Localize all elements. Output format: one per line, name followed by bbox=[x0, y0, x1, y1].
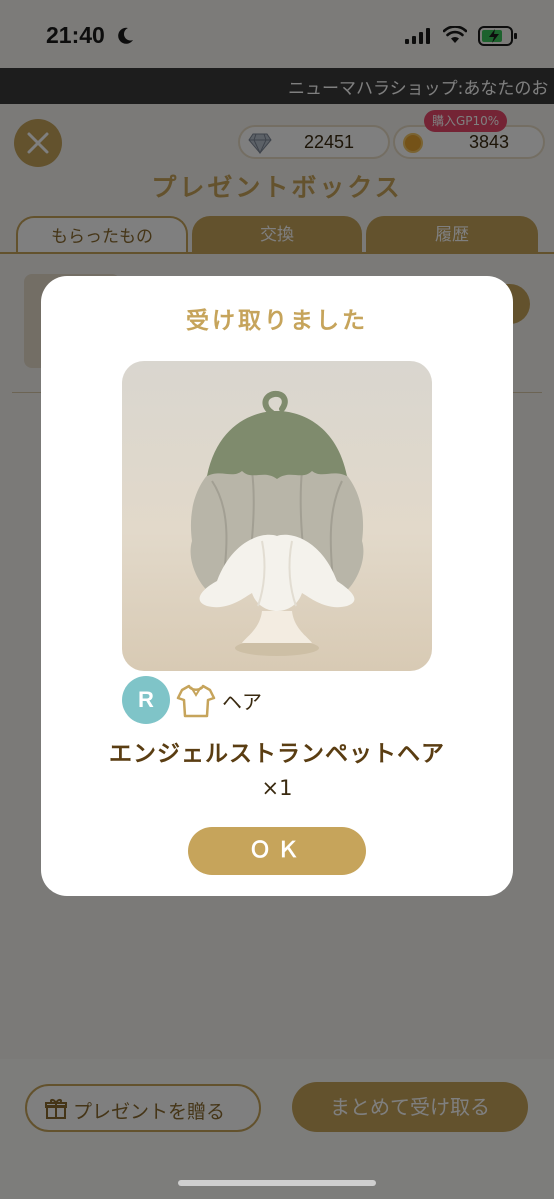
received-dialog: 受け取りました R ヘア エンジェルストランペットヘア ×1 ＯＫ bbox=[41, 276, 513, 896]
item-quantity: ×1 bbox=[261, 776, 293, 800]
rarity-badge: R bbox=[122, 676, 170, 724]
ok-button[interactable]: ＯＫ bbox=[188, 827, 366, 875]
item-image-card bbox=[122, 361, 432, 671]
item-name: エンジェルストランペットヘア bbox=[109, 741, 445, 767]
dialog-title: 受け取りました bbox=[186, 308, 368, 334]
hair-item-image bbox=[190, 390, 364, 656]
item-category: ヘア bbox=[222, 690, 262, 714]
shirt-icon bbox=[176, 684, 216, 718]
home-indicator[interactable] bbox=[178, 1180, 376, 1186]
